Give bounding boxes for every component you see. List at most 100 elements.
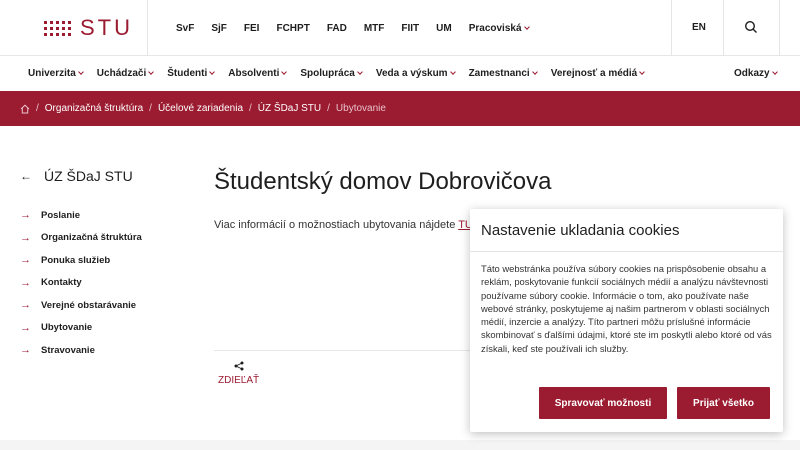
logo-dots-icon [44, 20, 71, 36]
nav-item-absolventi[interactable]: Absolventi [228, 68, 288, 79]
faculty-link-fei[interactable]: FEI [244, 23, 260, 34]
nav-item-verejnost-a-media[interactable]: Verejnosť a médiá [550, 68, 646, 79]
nav-item-veda-a-vyskum[interactable]: Veda a výskum [375, 68, 456, 79]
cookie-dialog-title: Nastavenie ukladania cookies [481, 222, 680, 239]
top-bar: STU SvF SjF FEI FCHPT FAD MTF FIIT UM Pr… [0, 0, 800, 56]
sidebar-item-label: Organizačná štruktúra [41, 232, 142, 244]
cookie-dialog-text: Táto webstránka používa súbory cookies n… [481, 263, 772, 354]
search-button[interactable] [744, 20, 760, 36]
nav-label: Študenti [167, 68, 208, 79]
cookie-dialog: Nastavenie ukladania cookies Táto webstr… [470, 209, 783, 432]
chevron-down-icon [771, 69, 778, 75]
nav-label: Uchádzači [96, 68, 147, 79]
nav-label: Veda a výskum [375, 68, 448, 79]
chevron-down-icon [523, 23, 530, 30]
chevron-down-icon [148, 69, 155, 75]
faculty-link-fchpt[interactable]: FCHPT [276, 23, 309, 34]
main-nav: Univerzita Uchádzači Študenti Absolventi… [0, 56, 800, 91]
sidebar-menu: → Poslanie → Organizačná štruktúra → Ponuka… [20, 204, 142, 362]
chevron-down-icon [639, 69, 646, 75]
breadcrumb-separator: / [249, 103, 252, 114]
sidebar-back-link[interactable]: ← ÚZ ŠDaJ STU [20, 168, 133, 184]
search-icon [744, 20, 757, 33]
sidebar-item-label: Ubytovanie [41, 322, 93, 334]
faculty-link-pracoviska[interactable]: Pracoviská [468, 22, 530, 34]
faculty-link-um[interactable]: UM [436, 23, 452, 34]
home-icon[interactable] [20, 104, 30, 114]
divider [147, 0, 148, 56]
sidebar-item-label: Poslanie [41, 209, 81, 221]
nav-item-spolupraca[interactable]: Spolupráca [300, 68, 363, 79]
sidebar-item-poslanie[interactable]: → Poslanie [20, 204, 142, 227]
breadcrumb-bar: / Organizačná štruktúra / Účelové zariad… [0, 91, 800, 126]
nav-item-zamestnanci[interactable]: Zamestnanci [468, 68, 538, 79]
arrow-right-icon: → [20, 276, 31, 289]
faculty-links: SvF SjF FEI FCHPT FAD MTF FIIT UM Pracov… [176, 0, 546, 56]
nav-label: Spolupráca [300, 68, 355, 79]
pracoviska-label: Pracoviská [468, 22, 522, 34]
breadcrumb: / Organizačná štruktúra / Účelové zariad… [20, 91, 386, 126]
sidebar-item-ubytovanie[interactable]: → Ubytovanie [20, 317, 142, 340]
sidebar-item-organizacna-struktura[interactable]: → Organizačná štruktúra [20, 227, 142, 250]
faculty-link-svf[interactable]: SvF [176, 23, 194, 34]
chevron-down-icon [209, 69, 216, 75]
back-arrow-icon: ← [20, 169, 32, 183]
sidebar-item-ponuka-sluzieb[interactable]: → Ponuka služieb [20, 249, 142, 272]
arrow-right-icon: → [20, 344, 31, 357]
intro-prefix: Viac informácií o možnostiach ubytovania… [214, 219, 456, 231]
sidebar-title: ÚZ ŠDaJ STU [44, 168, 133, 184]
chevron-down-icon [77, 69, 84, 75]
language-switch[interactable]: EN [692, 0, 706, 56]
sidebar-item-kontakty[interactable]: → Kontakty [20, 272, 142, 295]
chevron-down-icon [449, 69, 456, 75]
chevron-down-icon [281, 69, 288, 75]
footer-band [0, 440, 800, 450]
breadcrumb-current: Ubytovanie [335, 103, 386, 114]
nav-label: Zamestnanci [468, 68, 530, 79]
breadcrumb-separator: / [149, 103, 152, 114]
chevron-down-icon [531, 69, 538, 75]
faculty-link-fiit[interactable]: FIIT [401, 23, 419, 34]
sidebar-item-verejne-obstaravanie[interactable]: → Verejné obstarávanie [20, 294, 142, 317]
breadcrumb-separator: / [36, 103, 39, 114]
arrow-right-icon: → [20, 299, 31, 312]
nav-label: Odkazy [734, 68, 770, 79]
manage-options-button[interactable]: Spravovať možnosti [539, 387, 667, 419]
faculty-link-mtf[interactable]: MTF [364, 23, 385, 34]
share-label: ZDIEĽAŤ [218, 375, 260, 386]
nav-item-univerzita[interactable]: Univerzita [28, 68, 84, 79]
share-button[interactable]: ZDIEĽAŤ [218, 361, 259, 386]
intro-text: Viac informácií o možnostiach ubytovania… [214, 219, 476, 231]
accept-all-button[interactable]: Prijať všetko [677, 387, 770, 419]
sidebar-item-label: Stravovanie [41, 344, 95, 356]
nav-item-uchadzaci[interactable]: Uchádzači [96, 68, 155, 79]
breadcrumb-item[interactable]: Organizačná štruktúra [45, 103, 143, 114]
chevron-down-icon [357, 69, 363, 75]
nav-label: Absolventi [228, 68, 280, 79]
arrow-right-icon: → [20, 254, 31, 267]
nav-label: Univerzita [28, 68, 76, 79]
arrow-right-icon: → [20, 209, 31, 222]
faculty-link-sjf[interactable]: SjF [211, 23, 227, 34]
sidebar-item-label: Kontakty [41, 277, 82, 289]
breadcrumb-item[interactable]: ÚZ ŠDaJ STU [258, 103, 321, 114]
cookie-dialog-divider [470, 251, 783, 252]
divider [723, 0, 724, 56]
arrow-right-icon: → [20, 321, 31, 334]
nav-item-studenti[interactable]: Študenti [167, 68, 216, 79]
sidebar-item-label: Verejné obstarávanie [41, 299, 137, 311]
nav-label: Verejnosť a médiá [550, 68, 638, 79]
faculty-link-fad[interactable]: FAD [327, 23, 347, 34]
sidebar-item-stravovanie[interactable]: → Stravovanie [20, 339, 142, 362]
nav-item-odkazy[interactable]: Odkazy [734, 56, 778, 91]
logo-text: STU [80, 15, 133, 40]
share-icon [234, 361, 244, 371]
divider [671, 0, 672, 56]
breadcrumb-item[interactable]: Účelové zariadenia [158, 103, 243, 114]
arrow-right-icon: → [20, 231, 31, 244]
breadcrumb-separator: / [327, 103, 330, 114]
divider [779, 0, 780, 56]
page-title: Študentský domov Dobrovičova [214, 168, 552, 195]
sidebar-item-label: Ponuka služieb [41, 254, 111, 266]
stu-logo[interactable]: STU [44, 15, 133, 41]
